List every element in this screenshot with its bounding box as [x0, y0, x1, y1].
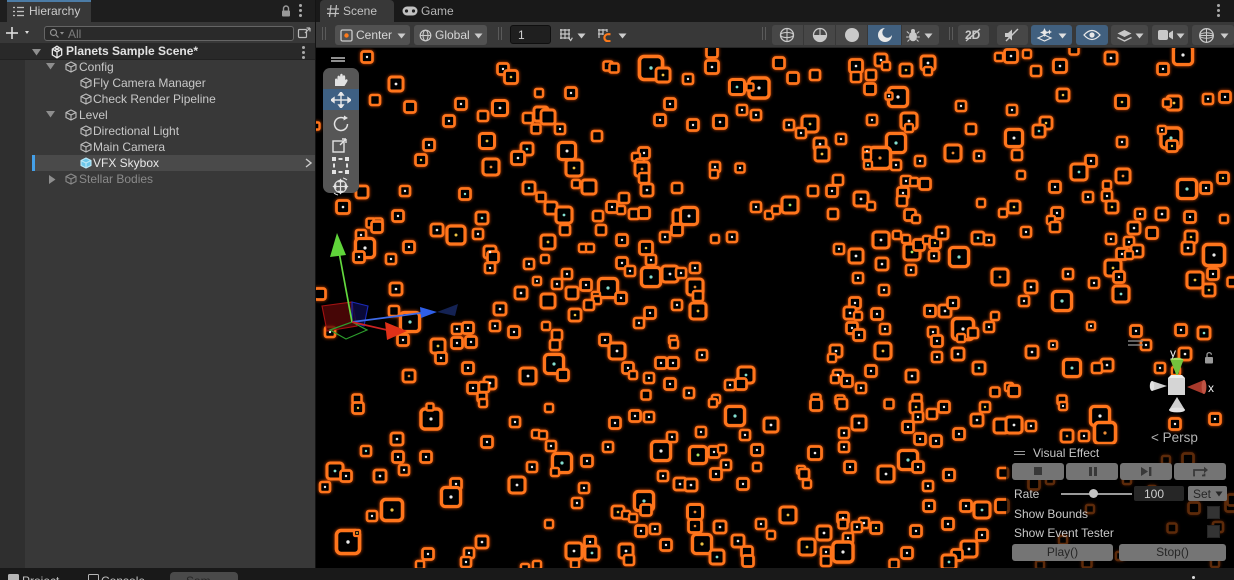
svg-text:x: x: [1208, 381, 1214, 395]
svg-text:< Persp: < Persp: [1151, 430, 1198, 445]
